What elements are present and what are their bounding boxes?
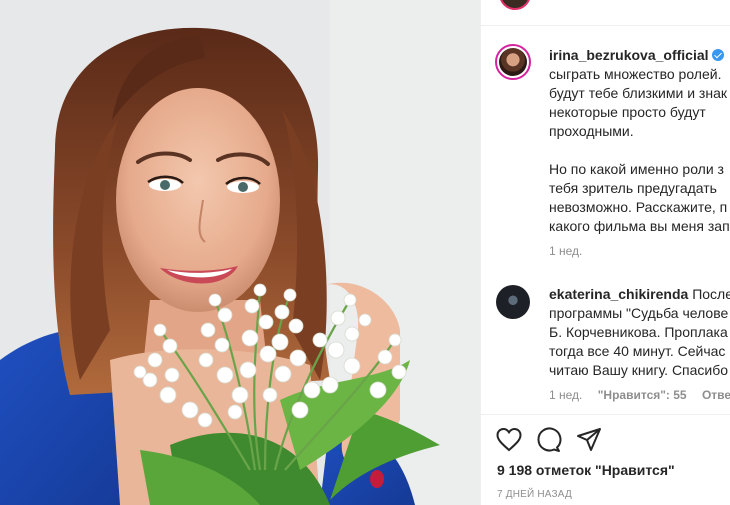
caption-line: тебя зритель предугадать	[549, 180, 717, 196]
paper-plane-icon[interactable]	[575, 426, 603, 454]
post-header	[481, 0, 730, 26]
comment-line: читаю Вашу книгу. Спасибо	[549, 362, 729, 378]
commenter-username[interactable]: ekaterina_chikirenda	[549, 286, 688, 302]
likes-count[interactable]: 9 198 отметок "Нравится"	[497, 462, 675, 478]
caption-line: Но по какой именно роли з	[549, 161, 724, 177]
heart-icon[interactable]	[495, 426, 523, 454]
comment-likes[interactable]: "Нравится": 55	[598, 388, 687, 402]
post-sidebar: irina_bezrukova_official М сыграть множе…	[480, 0, 730, 505]
divider	[481, 414, 730, 415]
comment-line: После	[692, 286, 730, 302]
caption-line: некоторые просто будут	[549, 104, 706, 120]
caption-text: irina_bezrukova_official М сыграть множе…	[549, 46, 730, 236]
caption-time[interactable]: 1 нед.	[549, 244, 582, 258]
comment-meta: 1 нед. "Нравится": 55 Ответи	[549, 388, 730, 402]
caption-line: проходными.	[549, 123, 634, 139]
post-photo[interactable]	[0, 0, 480, 505]
comment-time[interactable]: 1 нед.	[549, 388, 582, 402]
comment-bubble-icon[interactable]	[534, 426, 562, 454]
comment-line: программы "Судьба челове	[549, 305, 729, 321]
caption-line: сыграть множество ролей.	[549, 66, 722, 82]
commenter-avatar[interactable]	[496, 285, 530, 319]
caption-meta: 1 нед.	[549, 244, 594, 258]
caption-line: будут тебе близкими и знак	[549, 85, 727, 101]
author-avatar[interactable]	[495, 44, 531, 80]
caption-line: какого фильма вы меня зап	[549, 218, 730, 234]
comment-line: тогда все 40 минут. Сейчас	[549, 343, 726, 359]
comment-line: Б. Корчевникова. Проплака	[549, 324, 728, 340]
post-date[interactable]: 7 ДНЕЙ НАЗАД	[497, 489, 572, 500]
reply-button[interactable]: Ответи	[702, 388, 730, 402]
portrait-image	[0, 0, 480, 505]
comment-text: ekaterina_chikirenda После программы "Су…	[549, 285, 730, 380]
caption-line: невозможно. Расскажите, п	[549, 199, 728, 215]
header-avatar[interactable]	[499, 0, 531, 10]
author-username[interactable]: irina_bezrukova_official	[549, 47, 709, 63]
verified-badge-icon	[711, 49, 724, 61]
